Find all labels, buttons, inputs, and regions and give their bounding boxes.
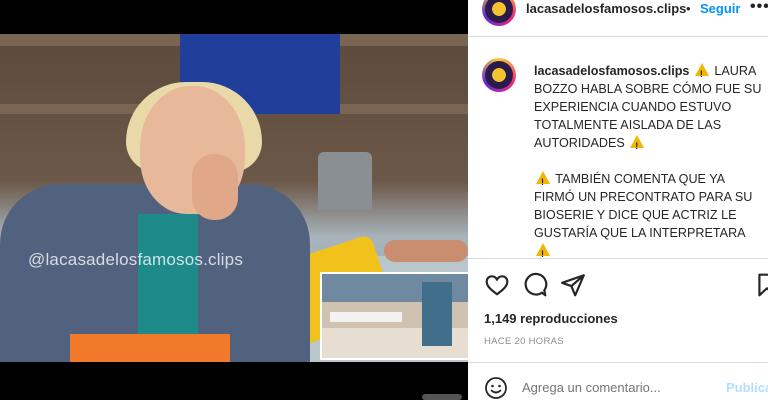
caption-paragraph-1: lacasadelosfamosos.clips LAURA BOZZO HAB… <box>534 62 766 155</box>
inset-table <box>330 312 402 322</box>
lamp <box>318 152 372 210</box>
caption-avatar[interactable] <box>482 58 516 92</box>
action-bar <box>484 272 768 298</box>
warning-icon <box>536 171 550 191</box>
bookmark-icon[interactable] <box>754 272 768 298</box>
warning-icon <box>694 63 709 83</box>
header-username[interactable]: lacasadelosfamosos.clips <box>526 1 686 16</box>
warning-icon <box>630 135 645 155</box>
video-player[interactable]: @lacasadelosfamosos.clips <box>0 0 468 400</box>
caption-paragraph-2: TAMBIÉN COMENTA QUE YA FIRMÓ UN PRECONTR… <box>534 170 766 263</box>
caption-text-2: TAMBIÉN COMENTA QUE YA FIRMÓ UN PRECONTR… <box>534 172 753 240</box>
person-pants <box>70 334 230 362</box>
caption-username[interactable]: lacasadelosfamosos.clips <box>534 64 689 78</box>
publish-button[interactable]: Publicar <box>726 380 768 395</box>
inset-door <box>422 282 452 346</box>
post-header: lacasadelosfamosos.clips • Seguir ••• <box>468 0 768 36</box>
post-panel: lacasadelosfamosos.clips • Seguir ••• la… <box>468 0 768 400</box>
profile-avatar[interactable] <box>482 0 516 26</box>
follow-button[interactable]: Seguir <box>700 1 740 16</box>
person-hand <box>192 154 238 220</box>
emoji-icon[interactable] <box>484 376 508 400</box>
video-watermark: @lacasadelosfamosos.clips <box>28 250 244 269</box>
post-caption: lacasadelosfamosos.clips LAURA BOZZO HAB… <box>534 62 766 278</box>
post-timestamp[interactable]: HACE 20 HORAS <box>484 336 564 347</box>
comment-box: Publicar <box>468 362 768 400</box>
inset-video <box>320 272 468 360</box>
share-icon[interactable] <box>560 272 586 298</box>
comment-icon[interactable] <box>522 272 548 298</box>
header-divider <box>468 36 768 37</box>
actions-divider <box>468 258 768 259</box>
comment-input[interactable] <box>522 380 692 395</box>
warning-icon <box>536 243 550 263</box>
video-progress[interactable] <box>422 394 462 400</box>
views-count[interactable]: 1,149 reproducciones <box>484 311 618 326</box>
header-separator: • <box>686 1 691 16</box>
other-hand <box>384 240 468 262</box>
more-options-icon[interactable]: ••• <box>750 0 768 16</box>
heart-icon[interactable] <box>484 272 510 298</box>
